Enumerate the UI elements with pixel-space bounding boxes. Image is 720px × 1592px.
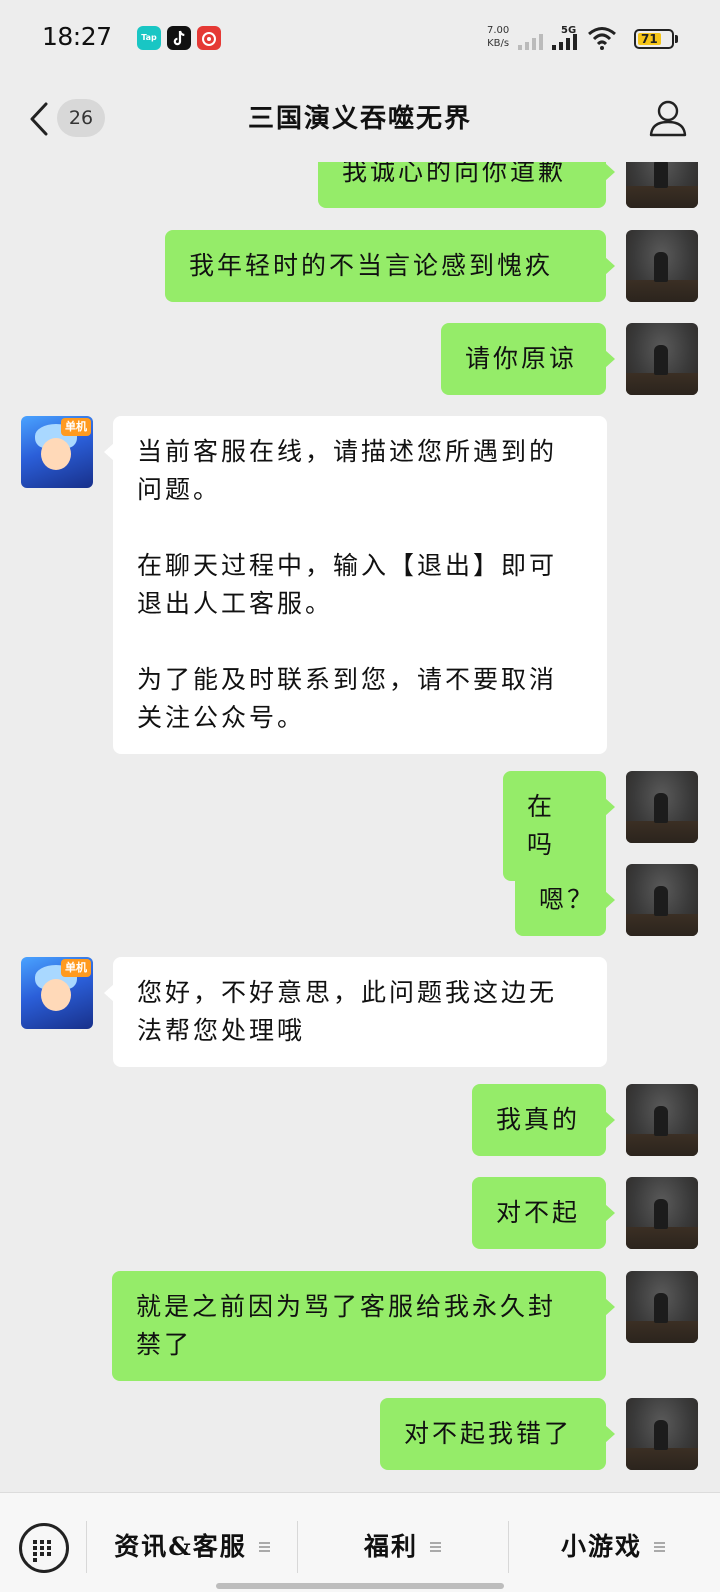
chat-header: 26 三国演义吞噬无界	[0, 76, 720, 162]
menu-item-welfare[interactable]: 福利	[298, 1517, 507, 1577]
message-bubble[interactable]: 我年轻时的不当言论感到愧疚	[165, 230, 615, 302]
my-avatar[interactable]	[626, 230, 698, 302]
unread-count-badge[interactable]: 26	[57, 99, 105, 137]
menu-item-mini-games[interactable]: 小游戏	[509, 1517, 717, 1577]
status-time: 18:27	[42, 22, 112, 51]
bot-avatar[interactable]: 单机	[21, 957, 93, 1029]
message-bubble[interactable]: 我真的	[472, 1084, 615, 1156]
my-avatar[interactable]	[626, 1177, 698, 1249]
wifi-icon	[588, 27, 616, 50]
menu-item-label: 小游戏	[560, 1532, 642, 1561]
bottom-menu-bar: 资讯&客服 福利 小游戏	[0, 1492, 720, 1592]
message-bubble[interactable]: 请你原谅	[441, 323, 615, 395]
message-bubble[interactable]: 嗯？	[515, 864, 615, 936]
my-avatar[interactable]	[626, 864, 698, 936]
signal-sim1-icon	[518, 34, 543, 50]
back-button[interactable]	[22, 98, 58, 140]
signal-sim2-icon	[552, 34, 577, 50]
message-bubble[interactable]: 对不起	[472, 1177, 615, 1249]
network-speed: 7.00 KB/s	[487, 25, 510, 49]
bot-avatar-tag: 单机	[61, 959, 91, 977]
keyboard-icon	[31, 1539, 57, 1562]
status-bar: 18:27 Tap 7.00 KB/s 5G 71	[0, 0, 720, 76]
battery-icon: 71	[634, 29, 674, 49]
my-avatar[interactable]	[626, 1084, 698, 1156]
taptap-icon: Tap	[137, 26, 161, 50]
person-icon	[649, 100, 687, 137]
bot-avatar-tag: 单机	[61, 418, 91, 436]
my-avatar[interactable]	[626, 1271, 698, 1343]
message-bubble[interactable]: 对不起我错了	[380, 1398, 615, 1470]
menu-lines-icon	[654, 1541, 665, 1552]
chat-title: 三国演义吞噬无界	[247, 104, 472, 134]
netease-music-icon	[197, 26, 221, 50]
message-bubble[interactable]: 就是之前因为骂了客服给我永久封禁了	[112, 1271, 615, 1381]
home-indicator[interactable]	[216, 1583, 504, 1589]
keyboard-toggle-button[interactable]	[19, 1523, 69, 1573]
message-bubble[interactable]: 您好，不好意思，此问题我这边无法帮您处理哦	[104, 957, 607, 1067]
chevron-left-icon	[30, 102, 48, 136]
chat-message-list[interactable]: 我诚心的向你道歉 我年轻时的不当言论感到愧疚 请你原谅 单机 当前客服在线，请描…	[0, 162, 720, 1492]
menu-lines-icon	[258, 1541, 270, 1552]
battery-tip	[675, 35, 678, 43]
profile-button[interactable]	[648, 98, 688, 138]
tiktok-icon	[167, 26, 191, 50]
bot-avatar[interactable]: 单机	[21, 416, 93, 488]
message-bubble[interactable]: 当前客服在线，请描述您所遇到的问题。 在聊天过程中，输入【退出】即可退出人工客服…	[104, 416, 607, 754]
my-avatar[interactable]	[626, 1398, 698, 1470]
menu-item-label: 福利	[363, 1532, 418, 1561]
menu-item-news-service[interactable]: 资讯&客服	[88, 1517, 296, 1577]
battery-level: 71	[638, 33, 661, 45]
menu-lines-icon	[430, 1541, 441, 1552]
menu-divider	[86, 1521, 87, 1573]
menu-item-label: 资讯&客服	[114, 1532, 247, 1561]
my-avatar[interactable]	[626, 323, 698, 395]
my-avatar[interactable]	[626, 162, 698, 208]
message-bubble[interactable]: 我诚心的向你道歉	[318, 162, 615, 208]
my-avatar[interactable]	[626, 771, 698, 843]
